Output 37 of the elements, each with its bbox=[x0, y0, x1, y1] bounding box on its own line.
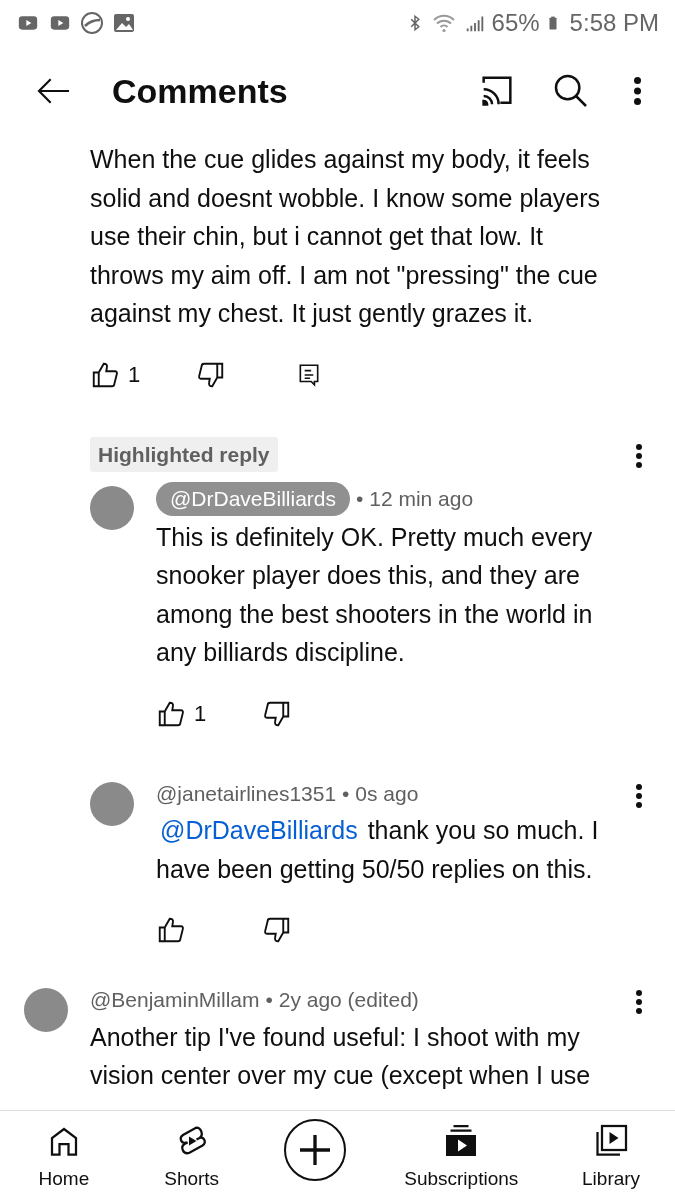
mention-link[interactable]: @DrDaveBilliards bbox=[160, 816, 358, 844]
nav-tab[interactable]: Library bbox=[576, 1123, 647, 1194]
thumbs-up-icon bbox=[156, 915, 186, 945]
avatar-placeholder bbox=[90, 486, 134, 530]
nav-tab[interactable]: Shorts bbox=[156, 1123, 227, 1194]
thumbs-down-icon bbox=[262, 915, 292, 945]
library-icon bbox=[593, 1123, 630, 1159]
like-button[interactable]: 1 bbox=[90, 358, 196, 391]
nav-tab[interactable]: Subscriptions bbox=[404, 1123, 519, 1194]
avatar-placeholder bbox=[24, 988, 68, 1032]
like-count: 1 bbox=[128, 361, 141, 389]
comment-text: Another tip I've found useful: I shoot with my vision center over my cue (except when I use bbox=[90, 1021, 592, 1091]
create-button[interactable] bbox=[284, 1119, 347, 1181]
image-icon bbox=[112, 11, 136, 35]
comment-time: • 2y ago (edited) bbox=[265, 987, 419, 1013]
comment-author[interactable]: @janetairlines1351 bbox=[156, 777, 337, 809]
page-title: Comments bbox=[112, 70, 289, 112]
highlighted-reply-label: Highlighted reply bbox=[90, 436, 278, 472]
clock: 5:58 PM bbox=[569, 8, 659, 38]
nav-tab[interactable]: Home bbox=[28, 1123, 99, 1194]
comment-text: When the cue glides against my body, it feels solid and doesnt wobble. I know some players use their chin, but i cannot get that low. It throws my aim off. I am not "pressing" the cue against my chest. It just gently grazes it. bbox=[90, 144, 601, 329]
comment-text: This is definitely OK. Pretty much every snooker player does this, and they are among the best shooters in the world in any billiards discipline. bbox=[156, 521, 594, 668]
more-vertical-icon bbox=[636, 782, 642, 809]
more-vertical-icon bbox=[633, 77, 641, 105]
video-app-icon bbox=[16, 13, 40, 33]
more-vertical-icon bbox=[636, 989, 642, 1015]
battery-percentage: 65% bbox=[491, 8, 540, 38]
more-vertical-icon bbox=[636, 443, 642, 469]
avatar-placeholder bbox=[90, 781, 134, 826]
app-notification-icon bbox=[80, 11, 104, 35]
comment-author[interactable]: @BenjaminMillam bbox=[90, 984, 260, 1016]
like-count: 1 bbox=[194, 700, 207, 728]
comment-time: • 12 min ago bbox=[356, 486, 474, 512]
like-button[interactable]: 1 bbox=[156, 697, 262, 730]
video-app-icon bbox=[48, 13, 72, 33]
comment-time: • 0s ago bbox=[342, 780, 419, 807]
comment-text: @DrDaveBilliards thank you so much. I have been getting 50/50 replies on this. bbox=[156, 815, 600, 885]
